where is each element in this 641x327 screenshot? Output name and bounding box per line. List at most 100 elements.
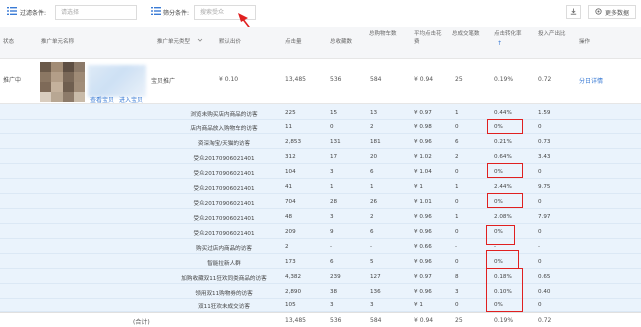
cart: 20 bbox=[370, 154, 378, 160]
avg-cost: ¥ 1.04 bbox=[414, 169, 432, 175]
avg-cost: ¥ 0.66 bbox=[414, 244, 432, 250]
cart: 13 bbox=[370, 110, 378, 116]
cvr: 2.08% bbox=[494, 214, 512, 220]
filter-input[interactable] bbox=[55, 5, 137, 20]
download-button[interactable] bbox=[566, 5, 581, 19]
avg-cost: ¥ 1.01 bbox=[414, 199, 432, 205]
deals: - bbox=[455, 244, 458, 250]
avg-cost: ¥ 1.02 bbox=[414, 154, 432, 160]
cart: 3 bbox=[370, 302, 374, 308]
avg-cost: ¥ 0.96 bbox=[414, 214, 432, 220]
deals: 0 bbox=[455, 169, 459, 175]
roi: 0 bbox=[538, 259, 542, 265]
col-roi[interactable]: 投入产出比 bbox=[538, 30, 566, 38]
cvr: 0.21% bbox=[494, 139, 512, 145]
collections: 0 bbox=[330, 124, 334, 130]
more-data-button[interactable]: 更多数据 bbox=[588, 5, 636, 19]
cart: 127 bbox=[370, 274, 381, 280]
roi: 0 bbox=[538, 302, 542, 308]
collections: 38 bbox=[330, 289, 338, 295]
collections: 239 bbox=[330, 274, 341, 280]
audience-name: 领用双11购物劵的访客 bbox=[195, 291, 253, 297]
avg-cost: ¥ 0.97 bbox=[414, 110, 432, 116]
deals: 3 bbox=[455, 289, 459, 295]
cvr: 0% bbox=[494, 302, 503, 308]
cvr: 0.10% bbox=[494, 289, 512, 295]
audience-name: 购买过店内商品的访客 bbox=[196, 246, 252, 252]
roi: 3.43 bbox=[538, 154, 551, 160]
table-row: 店内商品放入购物车的访客 11 0 2 ¥ 0.98 0 0% 0 bbox=[0, 121, 641, 134]
view-item-link[interactable]: 查看宝贝 bbox=[90, 95, 114, 104]
cart: 6 bbox=[370, 229, 374, 235]
audience-name: 受众20170906021401 bbox=[193, 216, 255, 222]
impressions: 2 bbox=[285, 244, 289, 250]
total-roi: 0.72 bbox=[538, 317, 552, 324]
table-header: 状态 推广单元名称 推广单元类型 默认出价 点击量 总收藏数 总购物车数 平均点… bbox=[0, 27, 641, 59]
cvr: 0% bbox=[494, 169, 503, 175]
impressions: 225 bbox=[285, 110, 296, 116]
product-thumbnail[interactable] bbox=[40, 62, 85, 102]
audience-search-input[interactable] bbox=[194, 5, 256, 20]
filter-label: 过滤条件: bbox=[20, 10, 47, 17]
enter-item-link[interactable]: 进入宝贝 bbox=[119, 95, 143, 104]
audience-name: 浏览未购买店内商品的访客 bbox=[190, 112, 258, 118]
avg-cost: ¥ 0.97 bbox=[414, 274, 432, 280]
col-avg-cost[interactable]: 平均点击花 费 bbox=[414, 30, 442, 46]
col-avg-cost-line1: 平均点击花 bbox=[414, 31, 442, 37]
promo-type: 宝贝推广 bbox=[151, 78, 176, 85]
table-row: 领用双11购物劵的访客 2,890 38 136 ¥ 0.96 3 0.10% … bbox=[0, 286, 641, 299]
more-data-label: 更多数据 bbox=[604, 9, 629, 17]
sort-up-icon[interactable]: ↑ bbox=[497, 40, 502, 48]
col-collections[interactable]: 总收藏数 bbox=[330, 38, 352, 46]
audience-name: 资深淘宝/天猫的访客 bbox=[197, 141, 251, 147]
cart: - bbox=[370, 244, 373, 250]
daily-detail-link[interactable]: 分日详情 bbox=[579, 76, 603, 85]
impressions: 2,853 bbox=[285, 139, 302, 145]
table-row: 购买过店内商品的访客 2 - - ¥ 0.66 - - - bbox=[0, 241, 641, 254]
avg-cost: ¥ 0.96 bbox=[414, 229, 432, 235]
cvr: - bbox=[494, 244, 497, 250]
impressions: 4,382 bbox=[285, 274, 302, 280]
total-label: (合计) bbox=[133, 319, 150, 326]
cart: 6 bbox=[370, 169, 374, 175]
deals: 8 bbox=[455, 274, 459, 280]
impressions: 105 bbox=[285, 302, 296, 308]
col-default-bid: 默认出价 bbox=[219, 39, 242, 45]
collections: 9 bbox=[330, 229, 334, 235]
cart: 26 bbox=[370, 199, 378, 205]
cvr: 0.64% bbox=[494, 154, 512, 160]
table-row: 受众20170906021401 41 1 1 ¥ 1 1 2.44% 9.75 bbox=[0, 181, 641, 194]
roi: 1.59 bbox=[538, 110, 551, 116]
col-unit-name: 推广单元名称 bbox=[41, 39, 75, 45]
table-row-main: 推广中 查看宝贝 进入宝贝 宝贝推广 ¥ 0.10 13,485 536 584… bbox=[0, 59, 641, 104]
chevron-down-icon[interactable] bbox=[197, 37, 203, 46]
avg-cost: ¥ 0.94 bbox=[414, 76, 434, 83]
impressions: 41 bbox=[285, 184, 293, 190]
cvr: 0% bbox=[494, 199, 503, 205]
col-promo-type[interactable]: 推广单元类型 bbox=[157, 38, 190, 46]
roi: 0.65 bbox=[538, 274, 551, 280]
col-cvr[interactable]: 点击转化率 bbox=[494, 30, 522, 38]
collections: 536 bbox=[330, 76, 342, 83]
cvr: 0% bbox=[494, 124, 503, 130]
table-total-row: (合计) 13,485 536 584 ¥ 0.94 25 0.19% 0.72 bbox=[0, 312, 641, 327]
table-row: 受众20170906021401 48 3 2 ¥ 0.96 1 2.08% 7… bbox=[0, 211, 641, 224]
avg-cost: ¥ 1 bbox=[414, 184, 423, 190]
col-total-cart[interactable]: 总购物车数 bbox=[369, 30, 397, 38]
table-row: 资深淘宝/天猫的访客 2,853 131 181 ¥ 0.96 6 0.21% … bbox=[0, 136, 641, 149]
collections: 1 bbox=[330, 184, 334, 190]
col-impressions[interactable]: 点击量 bbox=[285, 38, 302, 46]
impressions: 13,485 bbox=[285, 76, 306, 83]
cvr: 0% bbox=[494, 259, 503, 265]
gear-icon bbox=[595, 7, 602, 17]
total-cart: 584 bbox=[370, 317, 382, 324]
roi: 7.97 bbox=[538, 214, 551, 220]
deals: 25 bbox=[455, 76, 463, 83]
col-total-deals[interactable]: 总成交笔数 bbox=[452, 30, 480, 38]
roi: 0.40 bbox=[538, 289, 551, 295]
deals: 1 bbox=[455, 214, 459, 220]
toolbar: 过滤条件: 筛分条件: 更多数据 bbox=[0, 0, 641, 27]
table-row: 受众20170906021401 704 28 26 ¥ 1.01 0 0% 0 bbox=[0, 196, 641, 209]
cvr: 2.44% bbox=[494, 184, 512, 190]
col-avg-cost-line2: 费 bbox=[414, 39, 420, 45]
